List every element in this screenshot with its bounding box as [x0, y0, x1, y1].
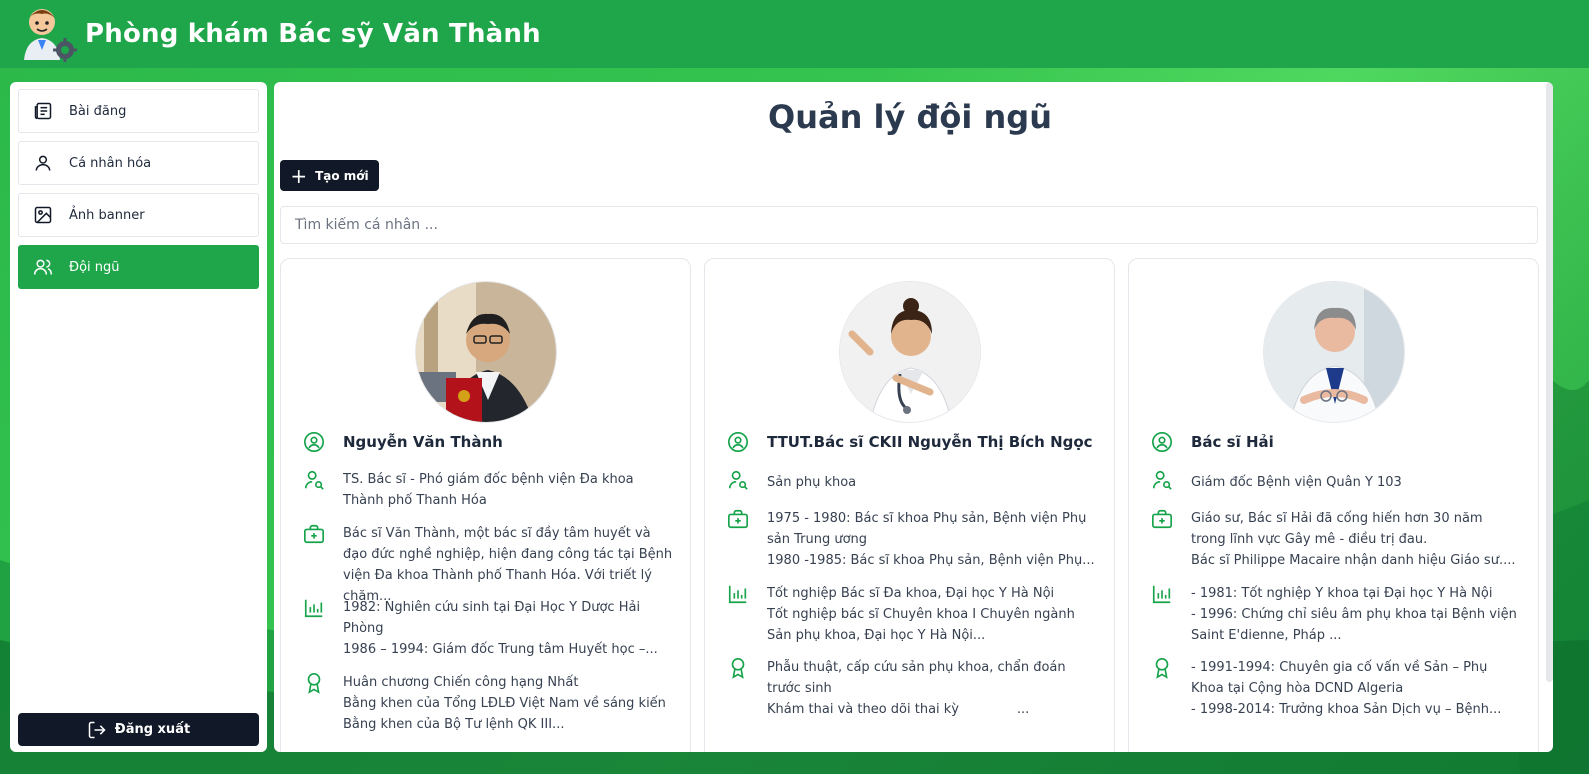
member-bio-row: Bác sĩ Văn Thành, một bác sĩ đầy tâm huy… [303, 523, 673, 607]
medical-kit-icon [304, 524, 324, 544]
doctor-logo-icon [24, 9, 77, 62]
user-search-icon [1152, 470, 1172, 490]
main-panel: Quản lý đội ngũ + Tạo mới Tìm kiếm cá nh… [274, 82, 1553, 752]
member-awards: - 1991-1994: Chuyên gia cố vấn về Sản – … [1191, 660, 1502, 717]
member-education: 1982: Nghiên cứu sinh tại Đại Học Y Dược… [343, 600, 658, 657]
bar-chart-icon [728, 585, 747, 604]
user-search-icon [728, 470, 748, 490]
sidebar-item-label: Đội ngũ [69, 259, 120, 275]
member-name: TTUT.Bác sĩ CKII Nguyễn Thị Bích Ngọc [767, 433, 1093, 451]
scrollbar[interactable] [1546, 82, 1553, 682]
bar-chart-icon [304, 599, 323, 618]
sidebar-item-label: Ảnh banner [69, 207, 145, 223]
member-education-row: Tốt nghiệp Bác sĩ Đa khoa, Đại học Y Hà … [727, 583, 1097, 646]
sidebar-item-team[interactable]: Đội ngũ [18, 245, 259, 289]
sidebar-item-posts[interactable]: Bài đăng [18, 89, 259, 133]
member-awards-row: - 1991-1994: Chuyên gia cố vấn về Sản – … [1151, 657, 1521, 720]
award-icon [307, 673, 321, 694]
user-circle-icon [1152, 432, 1172, 452]
user-search-icon [304, 470, 324, 490]
member-bio: 1975 - 1980: Bác sĩ khoa Phụ sản, Bệnh v… [767, 511, 1095, 568]
member-name: Bác sĩ Hải [1191, 433, 1274, 451]
clinic-title: Phòng khám Bác sỹ Văn Thành [85, 19, 541, 49]
medical-kit-icon [728, 509, 748, 529]
avatar [1263, 281, 1405, 423]
member-bio: Bác sĩ Văn Thành, một bác sĩ đầy tâm huy… [343, 526, 673, 604]
plus-icon: + [290, 163, 308, 188]
avatar [415, 281, 557, 423]
logout-label: Đăng xuất [114, 722, 191, 737]
member-education-row: - 1981: Tốt nghiệp Y khoa tại Đại học Y … [1151, 583, 1521, 646]
member-card[interactable]: Nguyễn Văn Thành TS. Bác sĩ - Phó giám đ… [280, 258, 691, 752]
member-card[interactable]: Bác sĩ Hải Giám đốc Bệnh viện Quân Y 103… [1128, 258, 1539, 752]
users-icon [33, 259, 53, 275]
logout-button[interactable]: Đăng xuất [18, 713, 259, 746]
create-label: Tạo mới [315, 168, 369, 183]
member-name-row: Nguyễn Văn Thành [303, 431, 673, 453]
member-awards-row: Phẫu thuật, cấp cứu sản phụ khoa, chẩn đ… [727, 657, 1097, 720]
member-name: Nguyễn Văn Thành [343, 433, 503, 451]
member-awards-row: Huân chương Chiến công hạng Nhất Bằng kh… [303, 672, 673, 735]
member-position: Sản phụ khoa [767, 475, 857, 490]
member-position-row: TS. Bác sĩ - Phó giám đốc bệnh viện Đa k… [303, 469, 673, 511]
avatar [839, 281, 981, 423]
member-position-row: Sản phụ khoa [727, 469, 1097, 493]
sidebar-item-label: Cá nhân hóa [69, 155, 152, 171]
bar-chart-icon [1152, 585, 1171, 604]
user-circle-icon [304, 432, 324, 452]
member-name-row: Bác sĩ Hải [1151, 431, 1521, 453]
award-icon [731, 658, 745, 679]
member-position-row: Giám đốc Bệnh viện Quân Y 103 [1151, 469, 1521, 493]
sidebar-item-personalize[interactable]: Cá nhân hóa [18, 141, 259, 185]
member-name-row: TTUT.Bác sĩ CKII Nguyễn Thị Bích Ngọc [727, 431, 1097, 453]
user-icon [35, 155, 51, 171]
member-education: Tốt nghiệp Bác sĩ Đa khoa, Đại học Y Hà … [767, 586, 1075, 643]
logout-icon [88, 721, 106, 738]
member-bio-row: Giáo sư, Bác sĩ Hải đã cống hiến hơn 30 … [1151, 508, 1521, 571]
member-bio-row: 1975 - 1980: Bác sĩ khoa Phụ sản, Bệnh v… [727, 508, 1097, 571]
page-title: Quản lý đội ngũ [768, 98, 1052, 136]
member-card[interactable]: TTUT.Bác sĩ CKII Nguyễn Thị Bích Ngọc Sả… [704, 258, 1115, 752]
medical-kit-icon [1152, 509, 1172, 529]
member-education: - 1981: Tốt nghiệp Y khoa tại Đại học Y … [1191, 586, 1517, 643]
member-awards: Huân chương Chiến công hạng Nhất Bằng kh… [343, 675, 666, 732]
member-bio: Giáo sư, Bác sĩ Hải đã cống hiến hơn 30 … [1191, 511, 1516, 568]
member-position: Giám đốc Bệnh viện Quân Y 103 [1191, 475, 1402, 490]
sidebar-item-banner[interactable]: Ảnh banner [18, 193, 259, 237]
member-awards: Phẫu thuật, cấp cứu sản phụ khoa, chẩn đ… [767, 660, 1066, 717]
sidebar-item-label: Bài đăng [69, 103, 127, 119]
image-icon [34, 206, 52, 224]
user-circle-icon [728, 432, 748, 452]
create-button[interactable]: + Tạo mới [280, 160, 379, 191]
member-position: TS. Bác sĩ - Phó giám đốc bệnh viện Đa k… [343, 472, 634, 508]
sidebar: Bài đăng Cá nhân hóa Ảnh banner Đội ngũ … [10, 82, 267, 752]
top-header: Phòng khám Bác sỹ Văn Thành [0, 0, 1589, 68]
search-input[interactable] [280, 206, 1538, 244]
member-education-row: 1982: Nghiên cứu sinh tại Đại Học Y Dược… [303, 597, 673, 660]
award-icon [1155, 658, 1169, 679]
newspaper-icon [34, 102, 52, 120]
